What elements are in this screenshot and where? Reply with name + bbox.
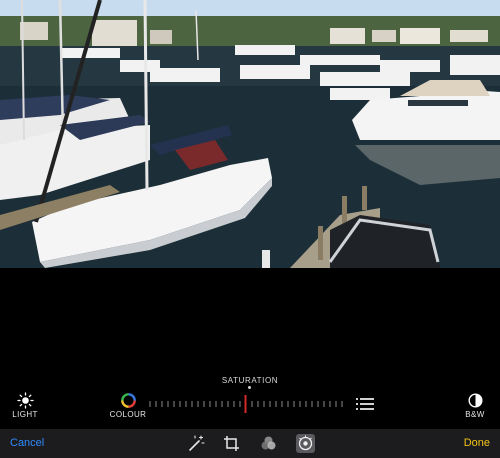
- colour-wheel-icon: [120, 393, 136, 408]
- colour-tool[interactable]: COLOUR: [108, 392, 148, 419]
- done-button[interactable]: Done: [464, 437, 490, 449]
- bw-label: B&W: [465, 410, 485, 419]
- bottom-toolbar: Cancel Done: [0, 429, 500, 458]
- bw-tool[interactable]: B&W: [460, 392, 490, 419]
- crop-rotate-icon[interactable]: [222, 434, 241, 453]
- light-tool[interactable]: LIGHT: [8, 392, 42, 419]
- half-circle-icon: [467, 393, 483, 408]
- sun-icon: [16, 392, 34, 409]
- filters-icon[interactable]: [259, 434, 278, 453]
- photo-preview: [0, 0, 500, 268]
- adjust-tab[interactable]: [296, 434, 315, 453]
- saturation-scrubber[interactable]: [148, 395, 344, 413]
- colour-label: COLOUR: [109, 410, 147, 419]
- light-label: LIGHT: [12, 410, 38, 419]
- adjust-dial-icon: [298, 435, 313, 451]
- cancel-button[interactable]: Cancel: [10, 437, 44, 449]
- magic-wand-icon[interactable]: [186, 434, 205, 453]
- value-dot: [248, 386, 251, 389]
- marina-photo: [0, 0, 500, 268]
- list-icon[interactable]: [356, 397, 374, 411]
- scrubber-indicator[interactable]: [244, 395, 247, 413]
- adjustment-title: SATURATION: [221, 376, 279, 385]
